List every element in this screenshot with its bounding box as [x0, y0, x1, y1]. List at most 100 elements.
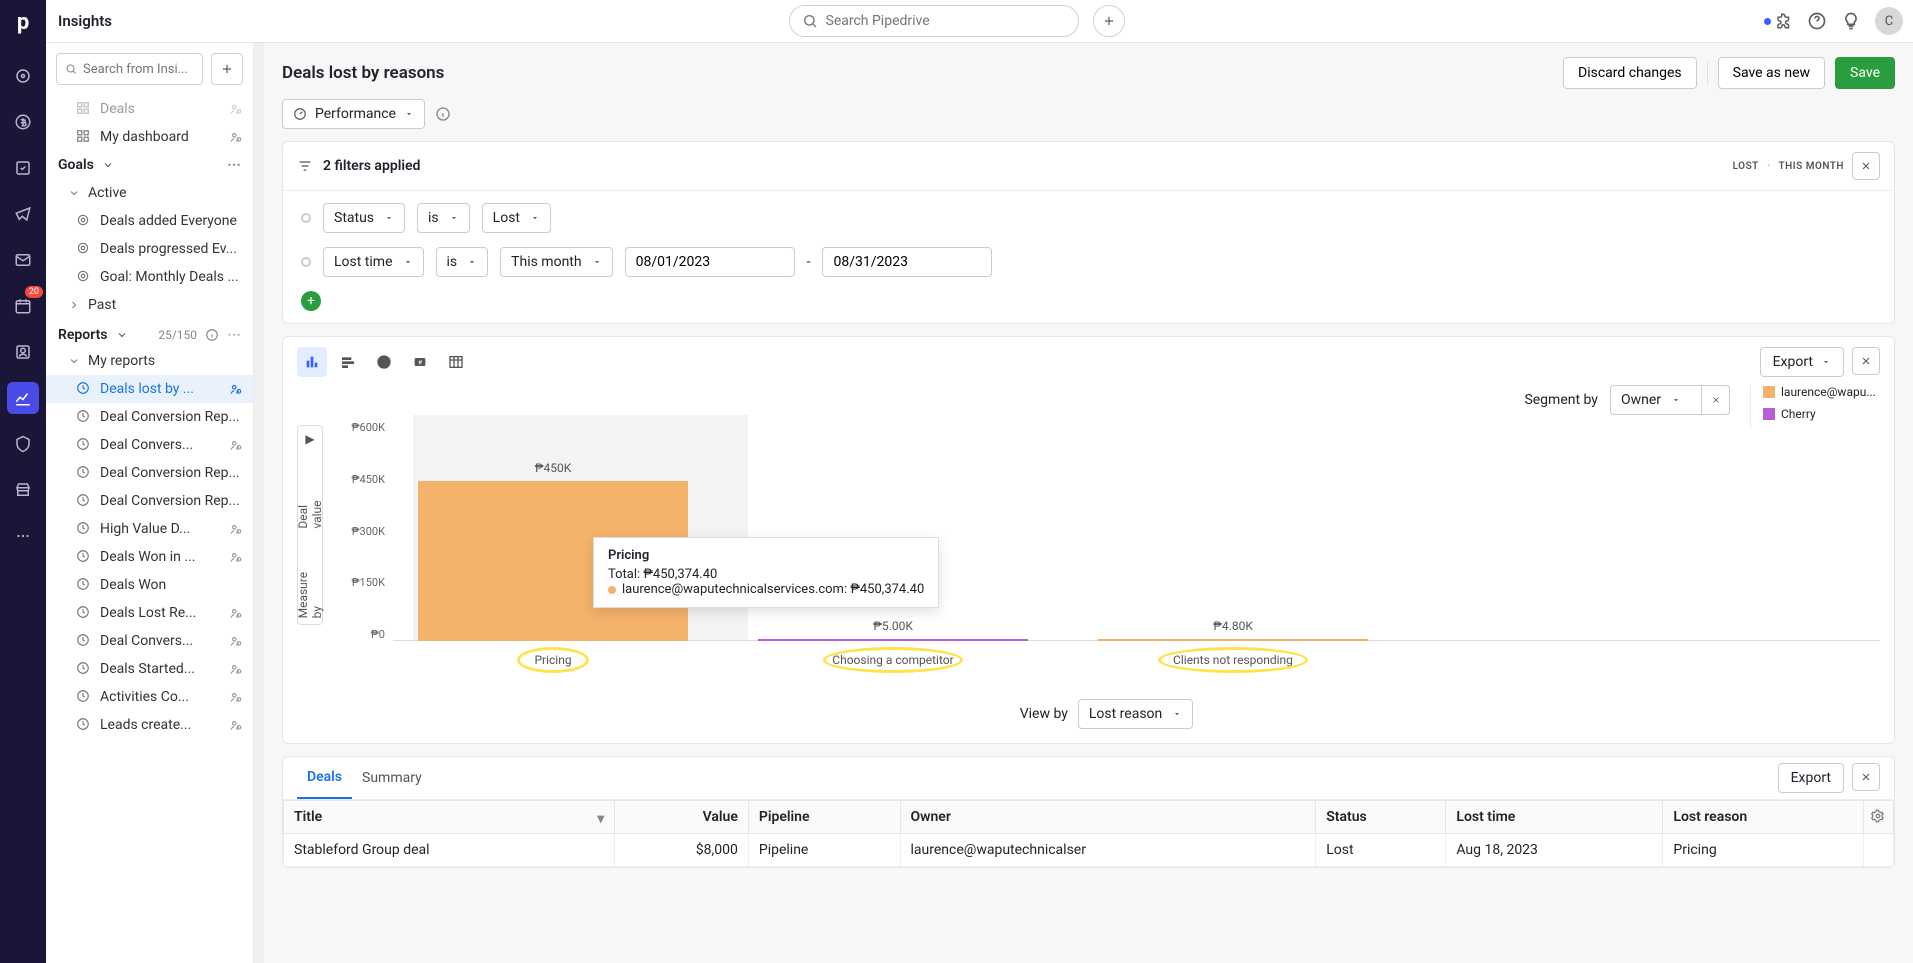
segment-by-dropdown[interactable]: Owner [1610, 385, 1730, 415]
sidebar-report-item[interactable]: Deals Started... [46, 655, 253, 683]
more-icon[interactable]: ⋯ [227, 157, 241, 173]
extension-indicator[interactable] [1764, 12, 1793, 30]
nav-contacts-icon[interactable] [7, 336, 39, 368]
sidebar-report-item[interactable]: Activities Co... [46, 683, 253, 711]
discard-button[interactable]: Discard changes [1563, 57, 1697, 89]
sidebar-report-item[interactable]: Deals Won in ... [46, 543, 253, 571]
col-settings[interactable] [1864, 801, 1894, 834]
sidebar-add-button[interactable] [211, 53, 243, 85]
filter-field-dropdown[interactable]: Lost time [323, 247, 424, 277]
legend-item[interactable]: Cherry [1763, 407, 1880, 421]
export-table-button[interactable]: Export [1778, 763, 1844, 793]
export-chart-button[interactable]: Export [1760, 347, 1844, 377]
global-search[interactable] [789, 5, 1079, 37]
pipedrive-logo[interactable]: p [17, 10, 29, 35]
col-owner[interactable]: Owner [900, 801, 1316, 834]
sidebar-report-item[interactable]: Deal Convers... [46, 627, 253, 655]
measure-by-control[interactable]: ▶ Deal value Measure by [297, 425, 323, 625]
resize-handle[interactable] [254, 43, 264, 963]
nav-products-icon[interactable] [7, 428, 39, 460]
sidebar-item-deals-dashboard[interactable]: Deals [46, 95, 253, 123]
col-lost-reason[interactable]: Lost reason [1663, 801, 1864, 834]
sidebar-report-item[interactable]: Deal Convers... [46, 431, 253, 459]
sidebar-item-active[interactable]: Active [46, 179, 253, 207]
save-button[interactable]: Save [1835, 57, 1895, 89]
sidebar-report-item[interactable]: Deal Conversion Rep... [46, 487, 253, 515]
sidebar-search-input[interactable] [83, 62, 194, 77]
search-icon [802, 13, 818, 29]
table-row[interactable]: Stableford Group deal $8,000 Pipeline la… [284, 834, 1894, 867]
nav-projects-icon[interactable] [7, 152, 39, 184]
info-icon[interactable] [435, 106, 451, 122]
more-icon[interactable]: ⋯ [227, 327, 241, 343]
filter-period-dropdown[interactable]: This month [500, 247, 612, 277]
filter-value-dropdown[interactable]: Lost [482, 203, 551, 233]
filter-date-to[interactable] [822, 247, 992, 277]
legend-item[interactable]: laurence@wapu... [1763, 385, 1880, 399]
sidebar-item-my-dashboard[interactable]: My dashboard [46, 123, 253, 151]
col-value[interactable]: Value [615, 801, 749, 834]
close-chart-button[interactable] [1852, 347, 1880, 375]
chart-type-scorecard[interactable]: # [405, 347, 435, 377]
save-as-new-button[interactable]: Save as new [1718, 57, 1825, 89]
quick-add-button[interactable] [1093, 5, 1125, 37]
sidebar-report-item[interactable]: Deals lost by ... [46, 375, 253, 403]
nav-insights-icon[interactable] [7, 382, 39, 414]
clear-segment-button[interactable] [1701, 386, 1729, 414]
info-icon[interactable] [205, 328, 219, 342]
sidebar-search[interactable] [56, 53, 203, 85]
help-button[interactable] [1807, 11, 1827, 31]
filter-op-dropdown[interactable]: is [436, 247, 489, 277]
chart-type-column[interactable] [297, 347, 327, 377]
tips-button[interactable] [1841, 11, 1861, 31]
sidebar-report-item[interactable]: Deals Lost Re... [46, 599, 253, 627]
sidebar-report-item[interactable]: Leads create... [46, 711, 253, 739]
chart-type-pie[interactable] [369, 347, 399, 377]
view-by-label: View by [1020, 706, 1068, 722]
sidebar-report-item[interactable]: Deal Conversion Rep... [46, 403, 253, 431]
col-status[interactable]: Status [1316, 801, 1446, 834]
goals-section-header[interactable]: Goals ⋯ [46, 151, 253, 179]
nav-leads-icon[interactable] [7, 60, 39, 92]
report-icon [76, 605, 92, 621]
shared-icon [229, 522, 243, 536]
filter-field-dropdown[interactable]: Status [323, 203, 405, 233]
collapse-filters-button[interactable] [1852, 152, 1880, 180]
user-avatar[interactable]: C [1875, 7, 1903, 35]
sidebar-report-item[interactable]: High Value D... [46, 515, 253, 543]
tab-deals[interactable]: Deals [297, 757, 352, 799]
nav-activities-icon[interactable]: 20 [7, 290, 39, 322]
col-title[interactable]: Title▾ [284, 801, 615, 834]
nav-marketplace-icon[interactable] [7, 474, 39, 506]
filter-op-dropdown[interactable]: is [417, 203, 470, 233]
bar-competitor[interactable]: ₱5.00K Choosing a competitor [753, 639, 1033, 641]
sidebar-report-item[interactable]: Deal Conversion Rep... [46, 459, 253, 487]
bar-not-responding[interactable]: ₱4.80K Clients not responding [1093, 639, 1373, 641]
nav-deals-icon[interactable] [7, 106, 39, 138]
performance-dropdown[interactable]: Performance [282, 99, 425, 129]
sidebar-item-my-reports[interactable]: My reports [46, 347, 253, 375]
sidebar-report-item[interactable]: Deals Won [46, 571, 253, 599]
global-search-input[interactable] [826, 13, 1066, 29]
tab-summary[interactable]: Summary [352, 758, 432, 798]
view-by-dropdown[interactable]: Lost reason [1078, 699, 1193, 729]
sidebar-goal-item[interactable]: Goal: Monthly Deals ... [46, 263, 253, 291]
chart-type-table[interactable] [441, 347, 471, 377]
content-area: Deals lost by reasons Discard changes Sa… [264, 43, 1913, 963]
col-pipeline[interactable]: Pipeline [748, 801, 900, 834]
close-table-button[interactable] [1852, 763, 1880, 791]
col-lost-time[interactable]: Lost time [1446, 801, 1663, 834]
reports-section-header[interactable]: Reports 25/150 ⋯ [46, 319, 253, 347]
filter-date-from[interactable] [625, 247, 795, 277]
nav-campaigns-icon[interactable] [7, 198, 39, 230]
target-icon [76, 269, 92, 285]
gauge-icon [293, 107, 307, 121]
nav-mail-icon[interactable] [7, 244, 39, 276]
insights-sidebar: Deals My dashboard Goals ⋯ [46, 43, 254, 963]
sidebar-goal-item[interactable]: Deals added Everyone [46, 207, 253, 235]
add-filter-button[interactable]: + [301, 291, 321, 311]
nav-more-icon[interactable] [7, 520, 39, 552]
sidebar-goal-item[interactable]: Deals progressed Ev... [46, 235, 253, 263]
sidebar-item-past[interactable]: Past [46, 291, 253, 319]
chart-type-bar[interactable] [333, 347, 363, 377]
